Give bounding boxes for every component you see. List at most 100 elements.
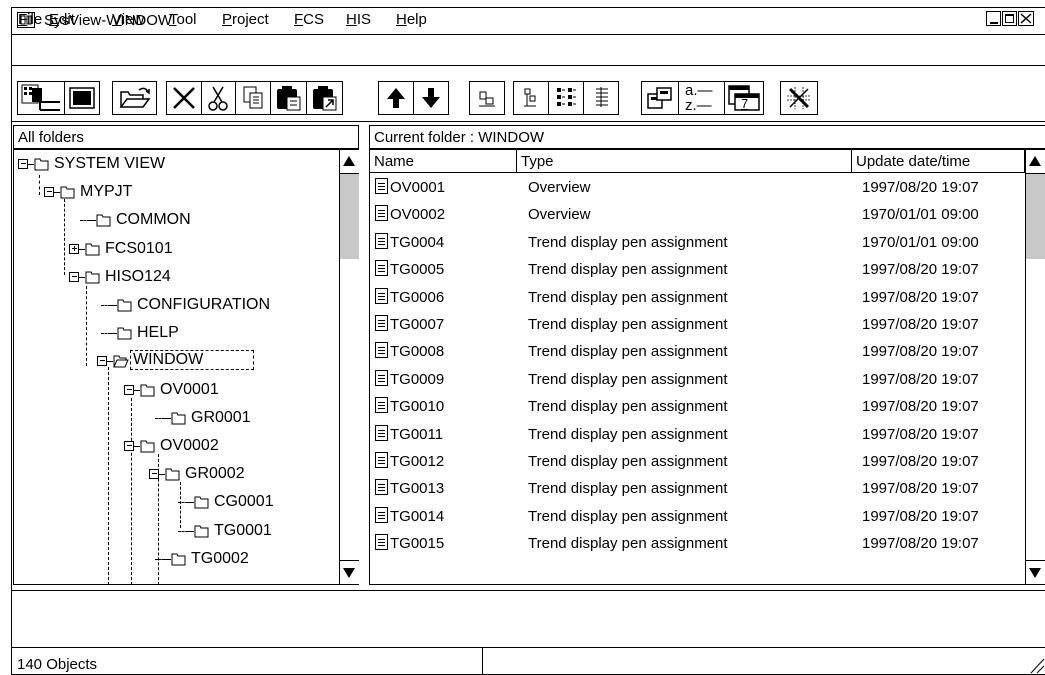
resize-grip-icon[interactable] xyxy=(1025,648,1045,674)
list-scroll-thumb[interactable] xyxy=(1026,174,1045,259)
list-scroll-down[interactable] xyxy=(1026,560,1045,584)
open-button[interactable] xyxy=(112,81,157,115)
table-row[interactable]: TG0014 Trend display pen assignment 1997/0… xyxy=(371,503,1025,530)
sort-z-label: z.— xyxy=(685,97,712,114)
row-name: TG0005 xyxy=(390,261,445,279)
menu-view[interactable]: View xyxy=(112,11,144,28)
delete-button[interactable] xyxy=(166,81,202,115)
calendar-button[interactable]: 7 xyxy=(724,81,764,115)
properties-button[interactable] xyxy=(641,81,679,115)
document-icon xyxy=(375,452,388,468)
collapse-icon[interactable] xyxy=(124,441,134,451)
list-scroll-up[interactable] xyxy=(1026,150,1045,174)
cut-button[interactable] xyxy=(201,81,236,115)
table-row[interactable]: TG0008 Trend display pen assignment 1997/0… xyxy=(371,338,1025,365)
table-row[interactable]: TG0004 Trend display pen assignment 1970/0… xyxy=(371,229,1025,256)
collapse-icon[interactable] xyxy=(69,271,79,282)
row-type: Trend display pen assignment xyxy=(528,453,728,470)
table-row[interactable]: OV0002 Overview 1970/01/01 09:00 xyxy=(371,201,1025,228)
arrow-down-icon xyxy=(422,88,440,108)
menu-edit[interactable]: Edit xyxy=(49,11,75,28)
tree-item-label: TG0002 xyxy=(191,549,249,567)
maximize-button[interactable] xyxy=(1002,11,1017,26)
table-row[interactable]: TG0013 Trend display pen assignment 1997/0… xyxy=(371,475,1025,502)
row-name: TG0013 xyxy=(390,480,445,498)
menu-tool[interactable]: Tool xyxy=(169,11,197,28)
collapse-icon[interactable] xyxy=(97,356,107,367)
row-type: Trend display pen assignment xyxy=(528,288,728,306)
minimize-button[interactable] xyxy=(986,11,1001,26)
folder-icon xyxy=(85,243,100,256)
table-row[interactable]: TG0011 Trend display pen assignment 1997/0… xyxy=(371,421,1025,448)
menu-fcs[interactable]: FCS xyxy=(294,11,324,28)
copy-button[interactable] xyxy=(235,81,271,115)
properties-icon xyxy=(647,87,672,109)
folder-icon xyxy=(85,271,100,284)
row-name: TG0007 xyxy=(390,316,445,333)
tree-item-label: TG0001 xyxy=(214,521,272,539)
folder-icon xyxy=(165,468,180,481)
move-up-button[interactable] xyxy=(378,81,414,115)
scroll-up-icon xyxy=(343,156,355,166)
list-view-button[interactable] xyxy=(548,81,584,115)
builder-button[interactable] xyxy=(17,81,65,115)
folder-icon xyxy=(194,496,209,509)
collapse-icon[interactable] xyxy=(44,187,54,198)
collapse-icon[interactable] xyxy=(149,469,159,480)
row-type: Trend display pen assignment xyxy=(528,535,728,553)
column-type[interactable]: Type xyxy=(516,149,852,173)
row-type: Trend display pen assignment xyxy=(528,261,728,279)
tree-view-button[interactable] xyxy=(513,81,549,115)
tree-item-label: FCS0101 xyxy=(105,239,173,257)
details-view-button[interactable] xyxy=(583,81,619,115)
table-row[interactable]: TG0015 Trend display pen assignment 1997/0… xyxy=(371,530,1025,557)
row-name: TG0015 xyxy=(390,535,445,553)
tree-line xyxy=(108,367,109,585)
row-date: 1997/08/20 19:07 xyxy=(862,507,979,525)
tool-button[interactable] xyxy=(780,81,818,115)
maximize-icon xyxy=(1005,14,1014,23)
close-button[interactable] xyxy=(1018,11,1034,26)
table-row[interactable]: TG0005 Trend display pen assignment 1997/0… xyxy=(371,256,1025,283)
tree-branch xyxy=(155,417,165,428)
column-date[interactable]: Update date/time xyxy=(851,149,1025,173)
column-name[interactable]: Name xyxy=(369,149,517,173)
paste-button[interactable] xyxy=(270,81,307,115)
row-name: TG0008 xyxy=(390,343,445,361)
row-name: TG0004 xyxy=(390,233,445,251)
tree-scrollbar[interactable] xyxy=(339,150,359,584)
table-row[interactable]: TG0012 Trend display pen assignment 1997/0… xyxy=(371,448,1025,475)
table-row[interactable]: TG0006 Trend display pen assignment 1997/0… xyxy=(371,284,1025,311)
tree-scroll-down[interactable] xyxy=(340,560,359,584)
row-date: 1997/08/20 19:07 xyxy=(862,261,979,279)
row-type: Trend display pen assignment xyxy=(528,480,728,498)
folder-icon xyxy=(34,158,49,171)
tree-branch xyxy=(80,220,90,230)
collapse-icon[interactable] xyxy=(18,159,28,169)
move-down-button[interactable] xyxy=(413,81,449,115)
open-folder-icon xyxy=(119,87,151,108)
tree-item-label: CONFIGURATION xyxy=(137,296,271,313)
menu-project[interactable]: Project xyxy=(222,11,269,28)
table-row[interactable]: TG0010 Trend display pen assignment 1997/0… xyxy=(371,393,1025,420)
tree-item-label: HISO124 xyxy=(105,267,171,285)
display-button[interactable] xyxy=(64,81,100,115)
expand-icon[interactable] xyxy=(69,243,79,254)
table-row[interactable]: OV0001 Overview 1997/08/20 19:07 xyxy=(371,174,1025,201)
row-date: 1997/08/20 19:07 xyxy=(862,343,979,361)
tree-item-label: SYSTEM VIEW xyxy=(54,155,166,172)
table-row[interactable]: TG0007 Trend display pen assignment 1997/0… xyxy=(371,311,1025,338)
paste-shortcut-button[interactable] xyxy=(306,81,343,115)
list-scrollbar[interactable] xyxy=(1025,150,1045,584)
large-icons-button[interactable] xyxy=(469,81,505,115)
table-row[interactable]: TG0009 Trend display pen assignment 1997/0… xyxy=(371,366,1025,393)
sort-button[interactable]: a.— z.— xyxy=(678,81,725,115)
menu-help[interactable]: Help xyxy=(396,11,427,28)
menu-file[interactable]: File xyxy=(18,11,42,28)
tree-scroll-thumb[interactable] xyxy=(340,174,359,259)
tree-line xyxy=(39,175,40,195)
menu-his[interactable]: HIS xyxy=(346,11,371,28)
collapse-icon[interactable] xyxy=(124,384,134,395)
tree-scroll-up[interactable] xyxy=(340,150,359,174)
clipboard-icon xyxy=(277,86,301,111)
